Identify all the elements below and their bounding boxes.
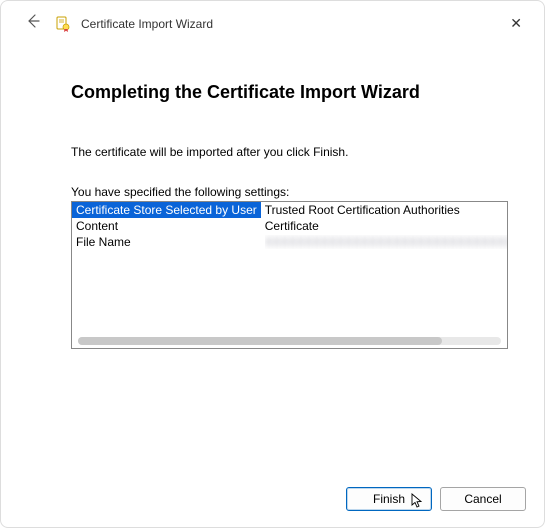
close-icon[interactable]: ✕ — [502, 11, 530, 36]
setting-value: Trusted Root Certification Authorities — [261, 202, 508, 218]
table-row[interactable]: Content Certificate — [72, 218, 508, 234]
footer-buttons: Finish Cancel — [346, 487, 526, 511]
cancel-button-label: Cancel — [464, 492, 501, 506]
cursor-icon — [411, 493, 423, 512]
description-text: The certificate will be imported after y… — [71, 145, 508, 159]
horizontal-scrollbar[interactable] — [78, 337, 501, 345]
cancel-button[interactable]: Cancel — [440, 487, 526, 511]
setting-label: File Name — [72, 234, 261, 253]
certificate-icon — [55, 16, 71, 32]
setting-value: XXXXXXXXXXXXXXXXXXXXXXXXXXXXXXXXXXXX — [261, 234, 508, 253]
finish-button-label: Finish — [373, 492, 405, 506]
wizard-title: Certificate Import Wizard — [81, 17, 213, 31]
scrollbar-thumb[interactable] — [78, 337, 442, 345]
setting-value: Certificate — [261, 218, 508, 234]
settings-label: You have specified the following setting… — [71, 185, 508, 199]
finish-button[interactable]: Finish — [346, 487, 432, 511]
wizard-content: Completing the Certificate Import Wizard… — [1, 42, 544, 359]
page-heading: Completing the Certificate Import Wizard — [71, 82, 508, 103]
titlebar: Certificate Import Wizard ✕ — [1, 1, 544, 42]
back-arrow-icon[interactable] — [21, 11, 45, 36]
table-row[interactable]: Certificate Store Selected by User Trust… — [72, 202, 508, 218]
setting-label: Certificate Store Selected by User — [72, 202, 261, 218]
table-row[interactable]: File Name XXXXXXXXXXXXXXXXXXXXXXXXXXXXXX… — [72, 234, 508, 253]
setting-label: Content — [72, 218, 261, 234]
settings-listview[interactable]: Certificate Store Selected by User Trust… — [71, 201, 508, 349]
